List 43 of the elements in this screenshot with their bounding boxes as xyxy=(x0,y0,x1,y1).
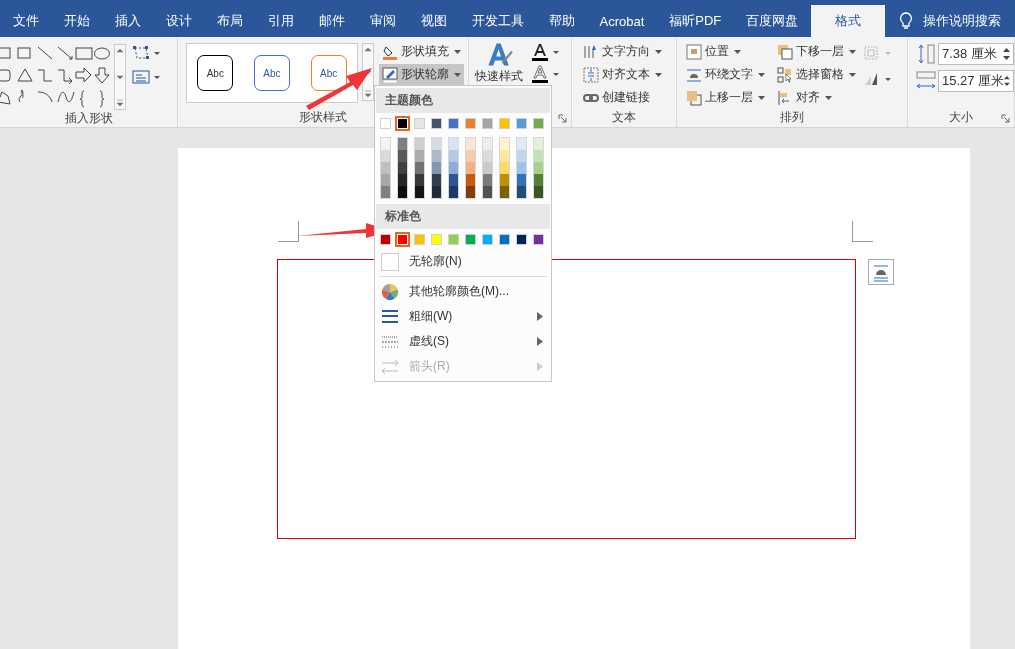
group-label: 排列 xyxy=(780,109,804,126)
group-label: 插入形状 xyxy=(64,110,113,127)
ribbon-tab[interactable]: 布局 xyxy=(204,5,255,37)
ribbon-tab[interactable]: 邮件 xyxy=(306,5,357,37)
group-label: 大小 xyxy=(949,109,973,126)
menu-item[interactable]: 虚线(S) xyxy=(375,329,551,354)
arrange-command[interactable]: 对齐 xyxy=(774,87,859,108)
ribbon-tab[interactable]: 帮助 xyxy=(536,5,587,37)
ribbon-tab[interactable]: 格式 xyxy=(810,5,885,37)
ribbon-tab[interactable]: 开发工具 xyxy=(459,5,536,37)
ribbon-tab[interactable]: 设计 xyxy=(153,5,204,37)
ribbon-tab[interactable]: 开始 xyxy=(51,5,102,37)
menu-heading: 主题颜色 xyxy=(376,88,550,113)
arrange-command[interactable]: 位置 xyxy=(683,41,768,62)
size-field[interactable]: 15.27 厘米 xyxy=(938,70,1014,92)
text-command[interactable]: 对齐文本 xyxy=(580,64,665,85)
shape-outline-button[interactable]: 形状轮廓 xyxy=(379,64,464,85)
arrange-command[interactable]: 环绕文字 xyxy=(683,64,768,85)
tell-me-search[interactable]: 操作说明搜索 xyxy=(898,5,1001,37)
arrange-command[interactable]: 上移一层 xyxy=(683,87,768,108)
style-preset[interactable]: Abc xyxy=(197,55,234,91)
group-label: 形状样式 xyxy=(299,109,347,126)
menu-item[interactable]: 其他轮廓颜色(M)... xyxy=(375,279,551,304)
shape-fill-button[interactable]: 形状填充 xyxy=(379,41,464,62)
quick-styles-button[interactable]: 快速样式 xyxy=(475,41,523,85)
text-command[interactable]: 文字方向 xyxy=(580,41,665,62)
size-field[interactable]: 7.38 厘米 xyxy=(938,43,1014,65)
menu-item[interactable]: 粗细(W) xyxy=(375,304,551,329)
arrange-command[interactable]: 下移一层 xyxy=(774,41,859,62)
menu-heading: 标准色 xyxy=(376,204,550,229)
arrange-command[interactable]: 选择窗格 xyxy=(774,64,859,85)
ribbon-tab[interactable]: 百度网盘 xyxy=(733,5,811,37)
menu-item[interactable]: 无轮廓(N) xyxy=(375,249,551,274)
text-command[interactable]: 创建链接 xyxy=(580,87,653,108)
ribbon-tab[interactable]: Acrobat xyxy=(587,5,657,37)
style-preset[interactable]: Abc xyxy=(254,55,290,91)
ribbon-tab[interactable]: 引用 xyxy=(255,5,306,37)
ribbon-tab[interactable]: 福昕PDF xyxy=(656,5,734,37)
group-label: 文本 xyxy=(612,109,636,126)
ribbon-tab[interactable]: 插入 xyxy=(102,5,153,37)
ribbon-tab[interactable]: 文件 xyxy=(0,5,51,37)
ribbon-tab[interactable]: 视图 xyxy=(408,5,459,37)
ribbon-tab[interactable]: 审阅 xyxy=(357,5,408,37)
